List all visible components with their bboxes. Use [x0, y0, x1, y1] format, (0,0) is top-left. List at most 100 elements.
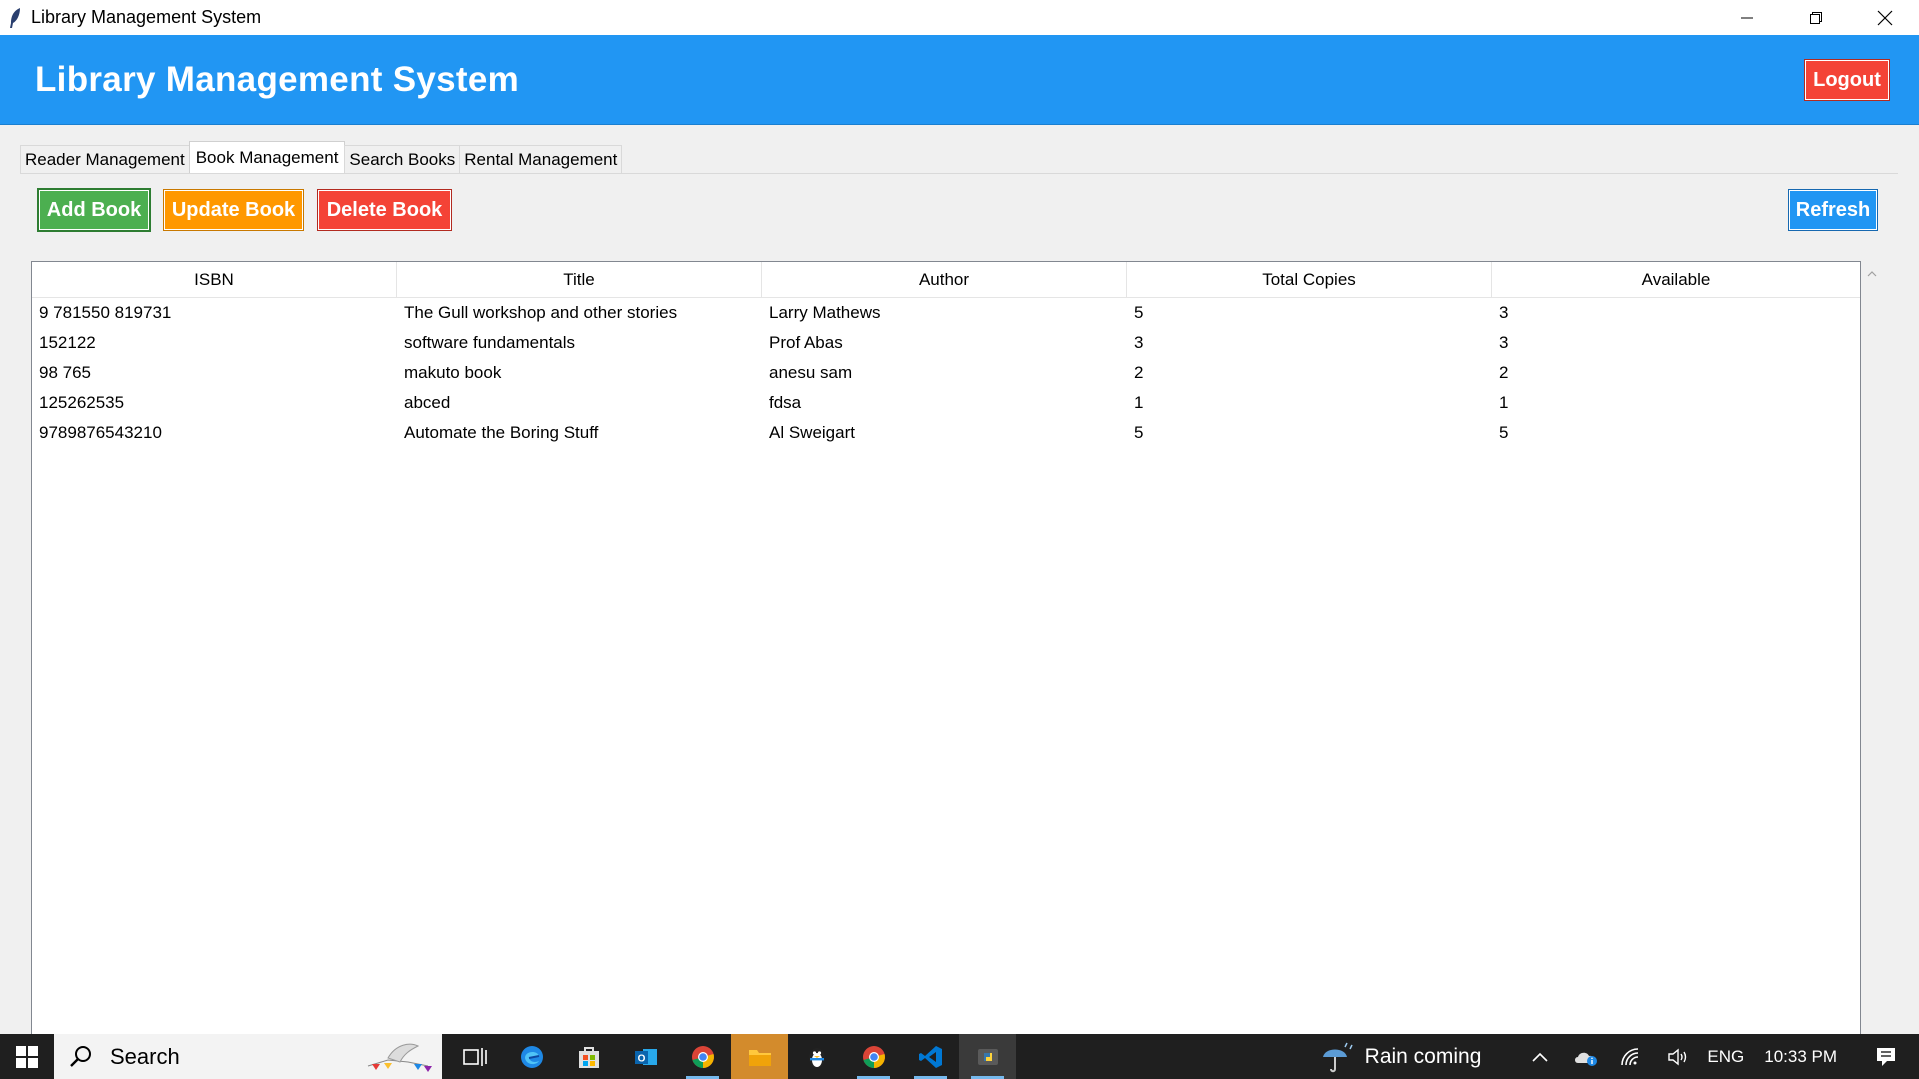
table-row[interactable]: 9 781550 819731 The Gull workshop and ot… — [32, 298, 1860, 328]
table-row[interactable]: 98 765 makuto book anesu sam 2 2 — [32, 358, 1860, 388]
folder-icon — [748, 1049, 771, 1066]
weather-status[interactable]: Rain coming — [1365, 1045, 1482, 1069]
task-view-button[interactable] — [446, 1034, 503, 1079]
cell-total-copies: 2 — [1134, 363, 1144, 382]
network-tray-button[interactable] — [1609, 1034, 1655, 1079]
python-feather-icon — [977, 1048, 998, 1065]
cell-author: anesu sam — [769, 363, 853, 382]
notification-icon — [1877, 1047, 1895, 1066]
chrome-icon — [691, 1045, 714, 1068]
column-header-available[interactable]: Available — [1492, 262, 1860, 298]
tab-reader-management[interactable]: Reader Management — [20, 145, 190, 173]
delete-book-button[interactable]: Delete Book — [317, 189, 452, 231]
app-header-title: Library Management System — [35, 60, 520, 99]
onedrive-tray-button[interactable] — [1563, 1034, 1609, 1079]
cell-total-copies: 5 — [1134, 303, 1144, 322]
table-header: ISBN Title Author Total Copies Available — [32, 262, 1860, 298]
table-body: 9 781550 819731 The Gull workshop and ot… — [32, 298, 1860, 448]
wifi-icon — [1621, 1047, 1639, 1065]
minimize-button[interactable] — [1712, 0, 1781, 35]
system-tray: Rain coming ENG 10:33 PM — [1317, 1034, 1919, 1079]
column-header-author[interactable]: Author — [762, 262, 1127, 298]
chevron-up-icon — [1532, 1052, 1548, 1062]
task-view-icon — [462, 1047, 487, 1066]
cell-title: The Gull workshop and other stories — [404, 303, 678, 322]
cell-isbn: 98 765 — [39, 363, 91, 382]
tab-bar: Reader Management Book Management Search… — [20, 141, 623, 173]
taskbar-search-box[interactable]: Search — [54, 1034, 442, 1079]
cell-author: Al Sweigart — [769, 423, 855, 442]
file-explorer-app-button[interactable] — [731, 1034, 788, 1079]
cell-available: 5 — [1499, 423, 1509, 442]
close-button[interactable] — [1850, 0, 1919, 35]
chrome-app-button[interactable] — [674, 1034, 731, 1079]
cell-isbn: 9 781550 819731 — [39, 303, 172, 322]
cell-available: 3 — [1499, 303, 1509, 322]
cell-total-copies: 5 — [1134, 423, 1144, 442]
rain-umbrella-icon[interactable] — [1317, 1037, 1357, 1077]
start-button[interactable] — [0, 1034, 54, 1079]
cell-title: abced — [404, 393, 451, 412]
windows-logo-icon — [16, 1045, 38, 1068]
table-row[interactable]: 152122 software fundamentals Prof Abas 3… — [32, 328, 1860, 358]
tab-book-management[interactable]: Book Management — [188, 141, 346, 173]
notification-center-button[interactable] — [1863, 1034, 1909, 1079]
logout-button[interactable]: Logout — [1804, 59, 1890, 101]
close-icon — [1877, 10, 1892, 25]
chrome-profile-app-button[interactable] — [845, 1034, 902, 1079]
edge-icon — [520, 1045, 543, 1068]
windows-taskbar: Search O Rain coming ENG 10:33 PM — [0, 1034, 1919, 1079]
cell-title: Automate the Boring Stuff — [404, 423, 599, 442]
column-header-isbn[interactable]: ISBN — [32, 262, 397, 298]
table-row[interactable]: 125262535 abced fdsa 1 1 — [32, 388, 1860, 418]
cell-available: 2 — [1499, 363, 1509, 382]
python-app-button[interactable] — [959, 1034, 1016, 1079]
edge-app-button[interactable] — [503, 1034, 560, 1079]
cell-author: Prof Abas — [769, 333, 843, 352]
update-book-button[interactable]: Update Book — [163, 189, 304, 231]
cell-available: 3 — [1499, 333, 1509, 352]
table-row[interactable]: 9789876543210 Automate the Boring Stuff … — [32, 418, 1860, 448]
cell-isbn: 9789876543210 — [39, 423, 162, 442]
feather-icon — [0, 0, 30, 35]
vscode-icon — [918, 1045, 942, 1068]
window-title: Library Management System — [31, 7, 262, 27]
cell-available: 1 — [1499, 393, 1509, 412]
scroll-up-arrow-icon[interactable] — [1866, 268, 1878, 280]
cell-title: software fundamentals — [404, 333, 576, 352]
table-scrollbar[interactable] — [1861, 261, 1881, 1041]
add-book-button[interactable]: Add Book — [37, 188, 151, 232]
books-table[interactable]: ISBN Title Author Total Copies Available… — [31, 261, 1861, 1041]
cell-total-copies: 1 — [1134, 393, 1144, 412]
show-hidden-icons-button[interactable] — [1517, 1034, 1563, 1079]
column-header-total-copies[interactable]: Total Copies — [1127, 262, 1492, 298]
speaker-icon — [1668, 1048, 1687, 1065]
input-language[interactable]: ENG — [1707, 1047, 1744, 1067]
restore-icon — [1809, 11, 1822, 24]
search-icon — [70, 1045, 91, 1067]
outlook-icon: O — [634, 1048, 657, 1065]
volume-tray-button[interactable] — [1655, 1034, 1701, 1079]
restore-button[interactable] — [1781, 0, 1850, 35]
cloud-info-icon — [1575, 1052, 1598, 1066]
search-highlight-dove-icon — [367, 1043, 432, 1072]
column-header-title[interactable]: Title — [397, 262, 762, 298]
refresh-button[interactable]: Refresh — [1788, 189, 1878, 231]
tab-search-books[interactable]: Search Books — [344, 145, 461, 173]
minimize-icon — [1740, 17, 1753, 18]
app-header: Library Management System Logout — [0, 35, 1919, 125]
svg-text:O: O — [637, 1053, 645, 1064]
chrome-icon — [862, 1045, 885, 1068]
tab-rental-management[interactable]: Rental Management — [459, 145, 623, 173]
outlook-app-button[interactable]: O — [617, 1034, 674, 1079]
taskbar-clock[interactable]: 10:33 PM — [1764, 1047, 1837, 1067]
app-penguin-button[interactable] — [788, 1034, 845, 1079]
cell-author: Larry Mathews — [769, 303, 881, 322]
vscode-app-button[interactable] — [902, 1034, 959, 1079]
cell-title: makuto book — [404, 363, 502, 382]
cell-author: fdsa — [769, 393, 802, 412]
cell-total-copies: 3 — [1134, 333, 1144, 352]
taskbar-pinned-apps: O — [446, 1034, 1016, 1079]
cell-isbn: 125262535 — [39, 393, 125, 412]
store-app-button[interactable] — [560, 1034, 617, 1079]
